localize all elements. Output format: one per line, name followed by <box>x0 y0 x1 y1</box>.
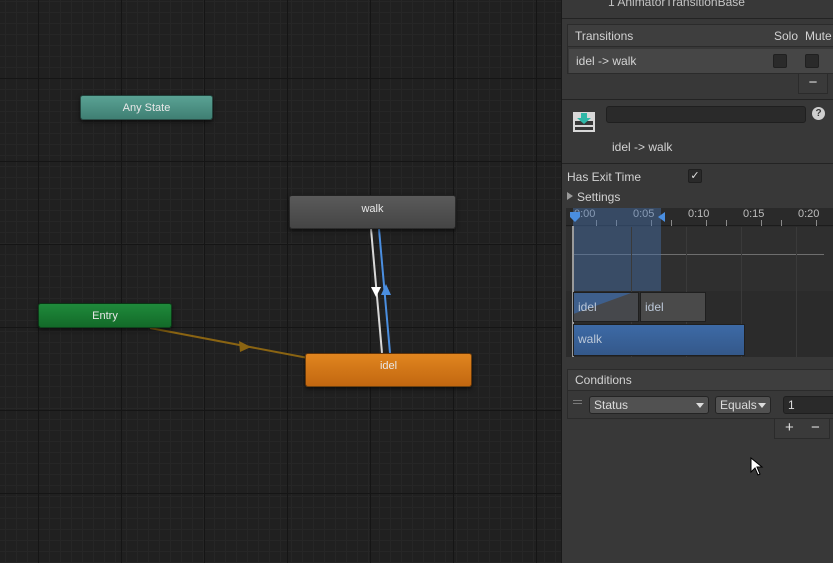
transitions-header: Transitions Solo Mute <box>568 25 833 47</box>
timeline-minor-tick <box>761 220 762 226</box>
condition-mode-dropdown[interactable]: Equals <box>715 396 771 414</box>
timeline-minor-tick <box>816 220 817 226</box>
mouse-cursor-icon <box>750 457 764 476</box>
divider <box>562 99 833 100</box>
divider <box>562 18 833 19</box>
condition-parameter-dropdown[interactable]: Status <box>589 396 709 414</box>
add-condition-button[interactable]: + <box>785 419 794 437</box>
has-exit-time-label: Has Exit Time <box>567 170 642 184</box>
walk-to-idel-arrow-icon <box>371 287 381 297</box>
mute-checkbox[interactable] <box>805 54 819 68</box>
timeline-grid-line <box>796 227 797 357</box>
divider <box>562 163 833 164</box>
entry-to-idel-transition[interactable] <box>149 327 309 359</box>
state-node-any-state[interactable]: Any State <box>80 95 213 120</box>
timeline-tick-label: 0:15 <box>743 208 765 220</box>
conditions-footer: + − <box>774 419 830 439</box>
state-node-entry[interactable]: Entry <box>38 303 172 328</box>
conditions-list: Conditions Status Equals 1 <box>567 369 833 419</box>
condition-mode-value: Equals <box>720 398 757 412</box>
timeline-minor-tick <box>726 220 727 226</box>
remove-transition-button[interactable]: − <box>798 74 828 94</box>
transitions-header-label: Transitions <box>575 29 634 43</box>
transition-name-field[interactable] <box>606 106 806 123</box>
state-node-label: walk <box>361 203 384 215</box>
state-node-label: Any State <box>122 101 171 114</box>
chevron-down-icon <box>696 403 704 408</box>
settings-expand-arrow-icon[interactable] <box>567 192 573 200</box>
state-node-idel[interactable]: idel <box>305 353 472 387</box>
remove-condition-button[interactable]: − <box>811 419 820 437</box>
drag-handle-icon[interactable] <box>573 400 582 404</box>
timeline-tick-label: 0:20 <box>798 208 820 220</box>
timeline-transition-region[interactable] <box>573 208 661 291</box>
settings-foldout-label[interactable]: Settings <box>577 190 620 204</box>
transition-end-marker-icon[interactable] <box>657 211 667 223</box>
chevron-down-icon <box>758 403 766 408</box>
transition-row[interactable]: idel -> walk <box>569 49 833 73</box>
state-node-walk[interactable]: walk <box>289 195 456 229</box>
timeline-minor-tick <box>706 220 707 226</box>
animator-graph-canvas[interactable]: Any State Entry walk idel <box>0 0 561 563</box>
timeline-tick-label: 0:10 <box>688 208 710 220</box>
solo-column-label: Solo <box>774 29 799 43</box>
state-node-label: Entry <box>92 309 118 322</box>
state-node-label: idel <box>379 360 398 372</box>
conditions-header-label: Conditions <box>575 373 632 387</box>
timeline-minor-tick <box>781 220 782 226</box>
timeline-source-clip-loop[interactable]: idel <box>640 292 706 322</box>
help-icon[interactable]: ? <box>812 107 825 120</box>
inspector-panel: 1 AnimatorTransitionBase Transitions Sol… <box>561 0 833 563</box>
transition-subtitle: idel -> walk <box>612 140 673 154</box>
timeline-source-clip[interactable]: idel <box>573 292 639 322</box>
transition-timeline[interactable]: 0:00 0:05 0:10 0:15 0:20 idel idel walk <box>566 208 833 357</box>
idel-to-walk-arrow-icon <box>381 284 391 295</box>
transition-links <box>149 228 391 359</box>
timeline-minor-tick <box>671 220 672 226</box>
conditions-header: Conditions <box>568 370 833 391</box>
has-exit-time-checkbox[interactable]: ✓ <box>688 169 702 183</box>
transition-start-marker-icon[interactable] <box>568 211 582 223</box>
timeline-destination-clip[interactable]: walk <box>573 324 745 356</box>
solo-checkbox[interactable] <box>773 54 787 68</box>
condition-parameter-value: Status <box>594 398 629 412</box>
condition-value-field[interactable]: 1 <box>783 396 833 414</box>
mute-column-label: Mute <box>805 29 832 43</box>
transitions-list: Transitions Solo Mute idel -> walk <box>567 24 833 74</box>
settings-menu-icon[interactable]: ⋮ <box>828 106 833 120</box>
transition-icon <box>573 112 595 132</box>
transition-row-label: idel -> walk <box>576 54 637 68</box>
inspector-title: 1 AnimatorTransitionBase <box>608 0 745 9</box>
entry-to-idel-arrow-icon <box>239 341 251 352</box>
